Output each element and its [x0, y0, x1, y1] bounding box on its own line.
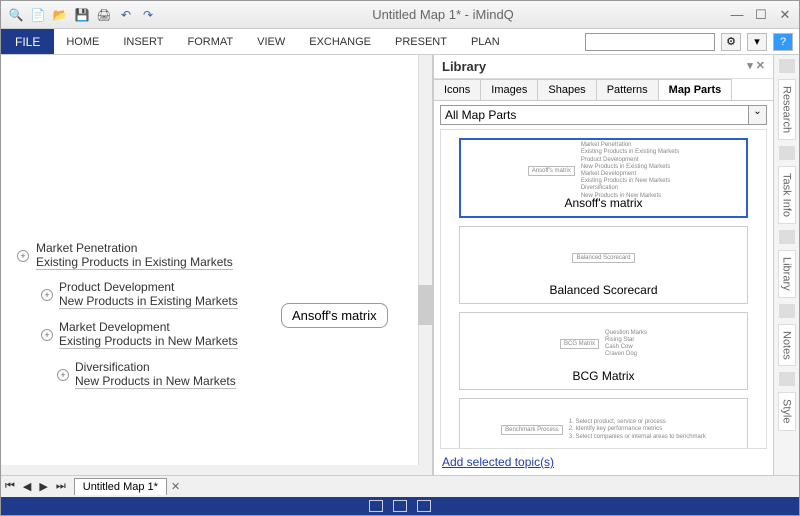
- mindmap-canvas[interactable]: Ansoff's matrix + Market Penetration Exi…: [1, 55, 433, 475]
- sidepanel-tab-style[interactable]: Style: [778, 392, 796, 430]
- scrollbar-vertical[interactable]: [418, 55, 432, 475]
- search-input[interactable]: [585, 33, 715, 51]
- ribbon-tabs: FILE HOME INSERT FORMAT VIEW EXCHANGE PR…: [1, 29, 799, 55]
- close-icon[interactable]: ✕: [777, 7, 793, 23]
- branch-line1: Diversification: [75, 360, 236, 374]
- maximize-icon[interactable]: ☐: [753, 7, 769, 23]
- expand-icon[interactable]: +: [17, 250, 29, 262]
- style-icon: [779, 372, 795, 386]
- save-icon[interactable]: 💾: [73, 6, 91, 24]
- sidepanel-tab-library[interactable]: Library: [778, 250, 796, 298]
- tab-plan[interactable]: PLAN: [459, 29, 512, 54]
- undo-icon[interactable]: ↶: [117, 6, 135, 24]
- template-preview: Balanced Scorecard: [466, 233, 741, 283]
- template-label: Ansoff's matrix: [467, 196, 740, 210]
- library-title: Library: [442, 59, 486, 74]
- add-selected-topics-link[interactable]: Add selected topic(s): [434, 453, 773, 475]
- tab-home[interactable]: HOME: [54, 29, 111, 54]
- expand-icon[interactable]: +: [41, 329, 53, 341]
- last-sheet-icon[interactable]: ⏭: [52, 480, 70, 493]
- branch-line2: Existing Products in Existing Markets: [36, 255, 233, 270]
- library-tab-patterns[interactable]: Patterns: [596, 79, 659, 100]
- template-ansoffs-matrix[interactable]: Ansoff's matrix Market PenetrationExisti…: [459, 138, 748, 218]
- quick-access-toolbar: 🔍 📄 📂 💾 🖨 ↶ ↷: [7, 6, 157, 24]
- tab-file[interactable]: FILE: [1, 29, 54, 54]
- branch-diversification[interactable]: Diversification New Products in New Mark…: [75, 360, 236, 389]
- notes-icon: [779, 304, 795, 318]
- main-area: Ansoff's matrix + Market Penetration Exi…: [1, 55, 799, 475]
- side-vertical-tabs: Research Task Info Library Notes Style: [773, 55, 799, 475]
- library-panel: Library ▾ ✕ Icons Images Shapes Patterns…: [433, 55, 773, 475]
- library-header: Library ▾ ✕: [434, 55, 773, 79]
- template-label: Balanced Scorecard: [466, 283, 741, 297]
- open-icon[interactable]: 📂: [51, 6, 69, 24]
- sidepanel-tab-notes[interactable]: Notes: [778, 324, 796, 367]
- ribbon-spacer: [512, 29, 585, 54]
- template-balanced-scorecard[interactable]: Balanced Scorecard Balanced Scorecard: [459, 226, 748, 304]
- tab-insert[interactable]: INSERT: [111, 29, 175, 54]
- library-body[interactable]: Ansoff's matrix Market PenetrationExisti…: [440, 129, 767, 449]
- tab-format[interactable]: FORMAT: [175, 29, 245, 54]
- ribbon-right-tools: ⚙ ▾ ?: [585, 29, 799, 54]
- prev-sheet-icon[interactable]: ◀: [19, 480, 35, 493]
- library-category-select[interactable]: All Map Parts ⌄: [440, 105, 767, 125]
- tab-exchange[interactable]: EXCHANGE: [297, 29, 383, 54]
- fullscreen-icon[interactable]: [417, 500, 431, 512]
- redo-icon[interactable]: ↷: [139, 6, 157, 24]
- sheet-tab[interactable]: Untitled Map 1*: [74, 478, 167, 495]
- search-icon[interactable]: 🔍: [7, 6, 25, 24]
- help-icon[interactable]: ?: [773, 33, 793, 51]
- research-icon: [779, 59, 795, 73]
- library-tab-map-parts[interactable]: Map Parts: [658, 79, 733, 100]
- library-tabs: Icons Images Shapes Patterns Map Parts: [434, 79, 773, 101]
- library-tab-icons[interactable]: Icons: [433, 79, 481, 100]
- library-category-value: All Map Parts: [440, 105, 749, 125]
- statusbar: [1, 497, 799, 515]
- template-preview: Ansoff's matrix Market PenetrationExisti…: [467, 146, 740, 196]
- branch-line1: Product Development: [59, 280, 238, 294]
- branch-line2: Existing Products in New Markets: [59, 334, 238, 349]
- settings-icon[interactable]: ⚙: [721, 33, 741, 51]
- library-tab-images[interactable]: Images: [480, 79, 538, 100]
- branch-line2: New Products in New Markets: [75, 374, 236, 389]
- branch-market-development[interactable]: Market Development Existing Products in …: [59, 320, 238, 349]
- template-bcg-matrix[interactable]: BCG Matrix Question MarksRising Star Cas…: [459, 312, 748, 390]
- branch-line2: New Products in Existing Markets: [59, 294, 238, 309]
- zoom-icon[interactable]: [393, 500, 407, 512]
- branch-product-development[interactable]: Product Development New Products in Exis…: [59, 280, 238, 309]
- template-preview: Benchmark Process 1. Select product, ser…: [466, 405, 741, 449]
- chevron-down-icon[interactable]: ▾: [747, 33, 767, 51]
- sidepanel-tab-research[interactable]: Research: [778, 79, 796, 140]
- template-benchmark-process[interactable]: Benchmark Process 1. Select product, ser…: [459, 398, 748, 449]
- sidepanel-tab-task-info[interactable]: Task Info: [778, 166, 796, 224]
- task-info-icon: [779, 146, 795, 160]
- branch-line1: Market Penetration: [36, 241, 233, 255]
- template-label: BCG Matrix: [466, 369, 741, 383]
- library-icon: [779, 230, 795, 244]
- expand-icon[interactable]: +: [41, 289, 53, 301]
- new-icon[interactable]: 📄: [29, 6, 47, 24]
- next-sheet-icon[interactable]: ▶: [35, 480, 51, 493]
- sheet-tab-bar: ⏮ ◀ ▶ ⏭ Untitled Map 1* ✕: [1, 475, 799, 497]
- window-title: Untitled Map 1* - iMindQ: [157, 7, 729, 22]
- scrollbar-thumb[interactable]: [418, 285, 432, 325]
- print-icon[interactable]: 🖨: [95, 6, 113, 24]
- branch-line1: Market Development: [59, 320, 238, 334]
- central-node[interactable]: Ansoff's matrix: [281, 303, 388, 328]
- library-header-tools[interactable]: ▾ ✕: [747, 59, 765, 74]
- fit-view-icon[interactable]: [369, 500, 383, 512]
- expand-icon[interactable]: +: [57, 369, 69, 381]
- first-sheet-icon[interactable]: ⏮: [1, 480, 19, 493]
- tab-present[interactable]: PRESENT: [383, 29, 459, 54]
- chevron-down-icon[interactable]: ⌄: [749, 105, 767, 125]
- library-tab-shapes[interactable]: Shapes: [537, 79, 596, 100]
- tab-view[interactable]: VIEW: [245, 29, 297, 54]
- minimize-icon[interactable]: —: [729, 7, 745, 23]
- scrollbar-horizontal[interactable]: [1, 465, 432, 475]
- titlebar: 🔍 📄 📂 💾 🖨 ↶ ↷ Untitled Map 1* - iMindQ —…: [1, 1, 799, 29]
- window-controls: — ☐ ✕: [729, 7, 793, 23]
- branch-market-penetration[interactable]: Market Penetration Existing Products in …: [36, 241, 233, 270]
- close-sheet-icon[interactable]: ✕: [171, 480, 180, 493]
- template-preview: BCG Matrix Question MarksRising Star Cas…: [466, 319, 741, 369]
